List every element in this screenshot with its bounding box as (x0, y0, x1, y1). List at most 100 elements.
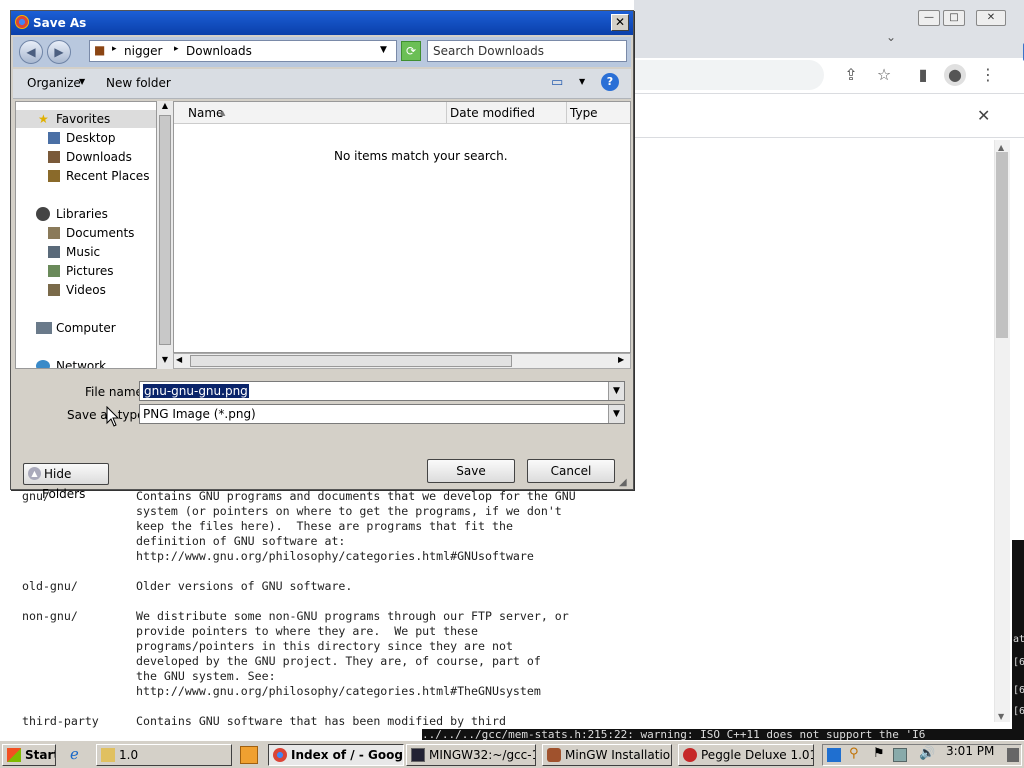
media-player-icon[interactable] (240, 746, 258, 764)
page-scrollbar-thumb[interactable] (996, 152, 1008, 338)
taskbar-item[interactable]: Peggle Deluxe 1.01 (678, 744, 814, 766)
infobar-close-icon[interactable]: ✕ (977, 106, 990, 125)
breadcrumb-separator-icon[interactable]: ▸ (112, 44, 117, 54)
save-as-type-select[interactable]: PNG Image (*.png) ▼ (139, 404, 625, 424)
listing-description: http://www.gnu.org/philosophy/categories… (136, 684, 541, 698)
back-arrow-icon[interactable]: ◀ (19, 40, 43, 64)
navpane-scrollbar[interactable]: ▲ ▼ (157, 101, 173, 369)
tray-app-icon[interactable] (827, 748, 841, 762)
breadcrumb-separator-icon[interactable]: ▸ (174, 44, 179, 54)
taskbar-item-label: MinGW Installation ... (565, 748, 672, 762)
listing-dir-name[interactable]: non-gnu/ (22, 609, 78, 624)
terminal-fragment: at (1013, 634, 1024, 645)
refresh-icon[interactable]: ⟳ (401, 41, 421, 61)
column-name[interactable]: Name (188, 106, 223, 120)
scroll-right-arrow-icon[interactable]: ▶ (618, 355, 624, 364)
scroll-down-arrow-icon[interactable]: ▼ (159, 355, 171, 367)
file-name-value[interactable]: gnu-gnu-gnu.png (143, 384, 249, 398)
scroll-left-arrow-icon[interactable]: ◀ (176, 355, 182, 364)
side-panel-icon[interactable]: ▮ (912, 64, 934, 86)
hscroll-thumb[interactable] (190, 355, 512, 367)
help-icon[interactable]: ? (601, 73, 619, 91)
nav-computer-label: Computer (56, 321, 116, 335)
listing-line: old-gnu/Older versions of GNU software. (22, 579, 622, 594)
hide-folders-button[interactable]: ▲ Hide Folders (23, 463, 109, 501)
listing-dir-name[interactable]: third-party (22, 714, 99, 729)
taskbar-item[interactable]: 1.0 (96, 744, 232, 766)
nav-music-label: Music (66, 245, 101, 259)
listing-description: provide pointers to where they are. We p… (136, 624, 479, 638)
search-input[interactable]: Search Downloads ⌕ (427, 40, 1024, 62)
peggle-icon (683, 748, 697, 762)
omnibox[interactable] (634, 60, 824, 90)
listing-line: system (or pointers on where to get the … (22, 504, 622, 519)
command-bar: Organize ▼ New folder ▭ ▼ ? (13, 69, 631, 99)
address-bar[interactable]: ■ ▸ nigger ▸ Downloads ▼ (89, 40, 397, 62)
start-button[interactable]: Start (2, 744, 56, 766)
save-button[interactable]: Save (427, 459, 515, 483)
nav-favorites-label: Favorites (56, 112, 111, 126)
column-type[interactable]: Type (570, 106, 598, 120)
filelist-hscrollbar[interactable]: ◀ ▶ (173, 353, 631, 369)
taskbar-item[interactable]: Index of / - Goog... (268, 744, 404, 766)
file-list: Name ▲ Date modified Type No items match… (173, 101, 631, 353)
scroll-down-arrow-icon[interactable]: ▼ (998, 712, 1004, 721)
show-desktop-icon[interactable] (1007, 748, 1019, 762)
taskbar-item[interactable]: MINGW32:~/gcc-1... (406, 744, 536, 766)
terminal-fragment: [6 (1013, 657, 1024, 668)
listing-description: system (or pointers on where to get the … (136, 504, 562, 518)
save-as-dialog: Save As ✕ ◀ ▶ ■ ▸ nigger ▸ Downloads ▼ ⟳… (10, 10, 1024, 501)
listing-description: keep the files here). These are programs… (136, 519, 513, 533)
breadcrumb-user[interactable]: nigger (124, 44, 163, 58)
taskbar-clock: 3:01 PM (946, 744, 995, 758)
menu-kebab-icon[interactable]: ⋮ (977, 64, 999, 86)
share-icon[interactable]: ⇪ (840, 64, 862, 86)
scroll-up-arrow-icon[interactable]: ▲ (159, 101, 171, 113)
tray-search-icon[interactable]: ⚲ (849, 746, 859, 761)
nav-downloads-label: Downloads (66, 150, 132, 164)
listing-line: non-gnu/We distribute some non-GNU progr… (22, 609, 622, 624)
tray-flag-icon[interactable]: ⚑ (873, 746, 885, 761)
documents-icon (48, 227, 60, 239)
tab-search-chevron-icon[interactable]: ⌄ (886, 30, 896, 44)
file-name-dropdown-icon[interactable]: ▼ (608, 382, 624, 400)
save-as-type-dropdown-icon[interactable]: ▼ (608, 405, 624, 423)
view-dropdown-icon[interactable]: ▼ (579, 77, 585, 86)
tray-volume-icon[interactable]: 🔊 (919, 746, 935, 761)
column-date-modified[interactable]: Date modified (450, 106, 535, 120)
organize-button[interactable]: Organize (27, 76, 81, 90)
cancel-button[interactable]: Cancel (527, 459, 615, 483)
listing-dir-name[interactable]: old-gnu/ (22, 579, 78, 594)
taskbar: Start ℯ 1.0 Index of / - Goog... MINGW32… (0, 740, 1024, 768)
bookmark-star-icon[interactable]: ☆ (873, 64, 895, 86)
installer-icon (547, 748, 561, 762)
listing-description: the GNU system. See: (136, 669, 276, 683)
tray-network-icon[interactable] (893, 748, 907, 762)
maximize-button[interactable]: □ (943, 10, 965, 26)
ie-quicklaunch-icon[interactable]: ℯ (70, 745, 88, 763)
taskbar-item-label: 1.0 (119, 748, 139, 762)
breadcrumb-folder[interactable]: Downloads (186, 44, 252, 58)
dialog-close-button[interactable]: ✕ (611, 14, 629, 31)
taskbar-item-label: Peggle Deluxe 1.01 (701, 748, 814, 762)
hide-folders-label: Hide Folders (42, 467, 86, 501)
organize-dropdown-icon[interactable]: ▼ (79, 77, 85, 86)
navpane-scrollbar-thumb[interactable] (159, 115, 171, 345)
dialog-titlebar[interactable]: Save As ✕ (11, 11, 633, 35)
resize-grip-icon[interactable]: ◢ (619, 477, 627, 488)
column-headers: Name ▲ Date modified Type (174, 102, 630, 124)
nav-favorites[interactable]: ★ Favorites (16, 110, 156, 128)
chrome-icon (273, 748, 287, 762)
file-name-field[interactable]: gnu-gnu-gnu.png ▼ (139, 381, 625, 401)
view-options-icon[interactable]: ▭ (551, 75, 563, 90)
listing-description: developed by the GNU project. They are, … (136, 654, 541, 668)
scroll-up-arrow-icon[interactable]: ▲ (998, 143, 1004, 152)
directory-listing-text: gnu/Contains GNU programs and documents … (22, 489, 622, 729)
close-window-button[interactable]: ✕ (976, 10, 1006, 26)
profile-avatar-icon[interactable]: ● (944, 64, 966, 86)
forward-arrow-icon[interactable]: ▶ (47, 40, 71, 64)
minimize-button[interactable]: — (918, 10, 940, 26)
new-folder-button[interactable]: New folder (106, 76, 171, 90)
address-dropdown-icon[interactable]: ▼ (380, 45, 387, 55)
taskbar-item[interactable]: MinGW Installation ... (542, 744, 672, 766)
